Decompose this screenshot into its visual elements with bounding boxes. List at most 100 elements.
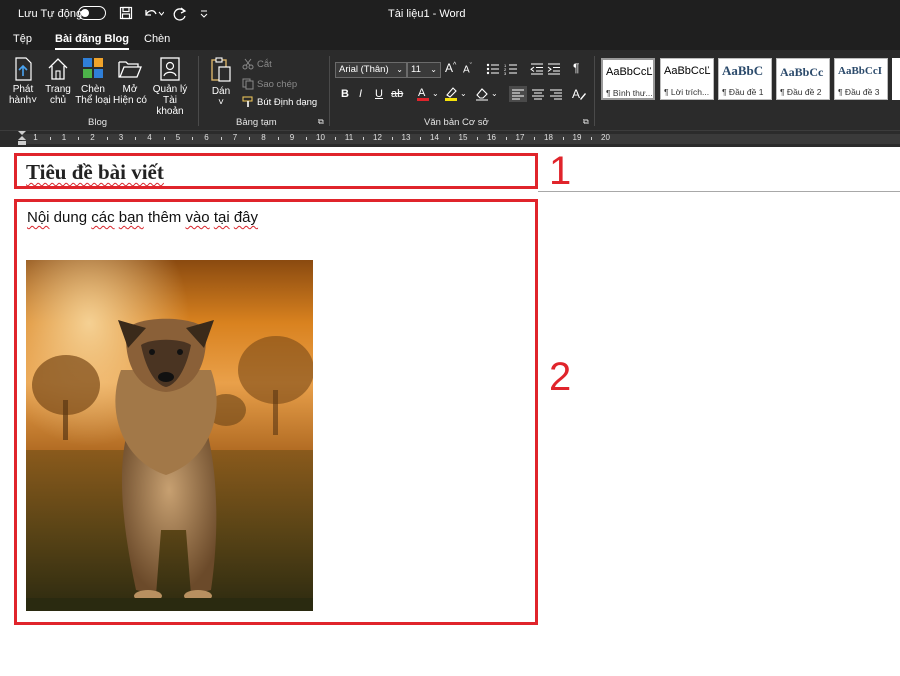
copy-icon [242, 78, 254, 90]
highlight-icon[interactable] [444, 86, 458, 102]
increase-indent-icon[interactable] [547, 63, 561, 75]
publish-button[interactable]: Phát hành˅ [6, 56, 40, 106]
annotation-number-1: 1 [549, 149, 572, 193]
ruler-tick [477, 137, 479, 140]
ruler-tick [135, 137, 137, 140]
title-highlight-box: Tiêu đề bài viết [14, 153, 538, 189]
clipboard-icon [211, 57, 231, 82]
styles-pane-icon[interactable]: A [571, 86, 587, 102]
chevron-down-icon[interactable]: ⌄ [432, 89, 439, 98]
italic-button[interactable]: I [359, 88, 362, 100]
ruler-label: 13 [401, 133, 411, 142]
ruler-label: 18 [544, 133, 553, 142]
style-card-heading-3[interactable]: AaBbCcI ¶ Đầu đề 3 [834, 58, 888, 100]
style-card-quote[interactable]: AaBbCcĽ ¶ Lời trích... [660, 58, 714, 100]
ruler-tick [277, 137, 279, 140]
content-highlight-box: Nội dung các bạn thêm vào tại đây [14, 199, 538, 625]
post-title[interactable]: Tiêu đề bài viết [26, 160, 164, 185]
ruler-label: 12 [373, 133, 382, 142]
ruler-tick [163, 137, 165, 140]
indent-marker-icon[interactable] [17, 131, 27, 147]
clipboard-launcher-icon[interactable]: ⧉ [318, 117, 324, 127]
tab-insert[interactable]: Chèn [144, 33, 170, 45]
underline-button[interactable]: U [375, 88, 383, 100]
align-left-icon [512, 89, 524, 100]
bullets-icon[interactable] [486, 63, 500, 75]
copy-button[interactable]: Sao chép [242, 78, 297, 90]
svg-text:3: 3 [504, 71, 507, 75]
spellcheck-word: các [91, 209, 115, 226]
home-page-button[interactable]: Trang chủ [42, 56, 74, 106]
basic-text-launcher-icon[interactable]: ⧉ [583, 117, 589, 127]
chevron-down-icon: ⌄ [430, 65, 437, 74]
document-canvas[interactable]: Tiêu đề bài viết 1 Nội dung các bạn thêm… [0, 147, 900, 676]
open-existing-button[interactable]: Mở Hiện có [112, 56, 148, 106]
font-color-icon[interactable]: A [416, 86, 430, 102]
title-bar: Lưu Tự động Tài liệu1 - Word [0, 0, 900, 28]
style-card-heading-2[interactable]: AaBbCc ¶ Đầu đề 2 [776, 58, 830, 100]
numbering-icon[interactable]: 1 2 3 [504, 63, 518, 75]
home-icon [48, 58, 68, 80]
format-painter-button[interactable]: Bút Định dạng [242, 96, 317, 108]
strikethrough-button[interactable]: ab [391, 88, 403, 100]
insert-category-button[interactable]: Chèn Thể loại [75, 56, 111, 106]
ruler-label: 5 [175, 133, 181, 142]
scissors-icon [242, 58, 254, 70]
ruler-tick [591, 137, 593, 140]
customize-toolbar-icon[interactable] [199, 9, 209, 19]
ruler-label: 4 [147, 133, 152, 142]
align-center-icon[interactable] [530, 86, 546, 102]
ruler-label: 20 [601, 133, 610, 142]
post-body-text[interactable]: Nội dung các bạn thêm vào tại đây [27, 209, 258, 226]
ribbon-separator [198, 56, 199, 126]
spellcheck-word: bạn [118, 209, 144, 226]
group-label-basic-text: Văn bản Cơ sở [424, 117, 489, 128]
dog-photo[interactable] [26, 260, 313, 611]
clear-formatting-icon[interactable] [474, 86, 490, 102]
document-title: Tài liệu1 - Word [388, 8, 466, 20]
spellcheck-word: tại [213, 209, 230, 226]
redo-icon[interactable] [172, 6, 188, 22]
paste-button[interactable]: Dán ˅ [206, 56, 236, 108]
cut-button[interactable]: Cắt [242, 58, 272, 70]
font-name-combo[interactable]: Arial (Thân) ⌄ [335, 62, 407, 78]
align-right-icon[interactable] [548, 86, 564, 102]
style-gallery-overflow [892, 58, 900, 100]
ruler-label: 2 [90, 133, 95, 142]
ruler-label: 9 [289, 133, 295, 142]
decrease-indent-icon[interactable] [530, 63, 544, 75]
spellcheck-word: Nội [27, 209, 50, 226]
style-card-normal[interactable]: AaBbCcĽ ¶ Bình thư... [601, 58, 655, 100]
align-left-button[interactable] [509, 86, 527, 102]
ruler-tick [448, 137, 450, 140]
pilcrow-icon[interactable]: ¶ [573, 61, 579, 75]
shrink-font-icon[interactable]: Aˇ [463, 63, 472, 75]
ruler-tick [106, 137, 108, 140]
spellcheck-word: đây [233, 209, 259, 226]
bold-button[interactable]: B [341, 88, 349, 100]
chevron-down-icon[interactable]: ⌄ [491, 89, 498, 98]
ruler-tick [334, 137, 336, 140]
account-icon [160, 57, 180, 81]
ruler-label: 15 [458, 133, 468, 142]
ruler-label: 1 [61, 133, 67, 142]
undo-icon[interactable] [142, 6, 164, 20]
ruler-label: 1 [33, 133, 38, 142]
ruler-label: 3 [118, 133, 124, 142]
horizontal-ruler[interactable]: 1 1 2 3 4 5 6 7 8 9 10 11 12 13 14 15 16 17 18 19 20 [0, 130, 900, 147]
autosave-label: Lưu Tự động [18, 8, 83, 20]
autosave-toggle[interactable] [78, 6, 106, 20]
manage-accounts-button[interactable]: Quản lý Tài khoản [149, 56, 191, 117]
ruler-tick [391, 137, 393, 140]
ribbon-tabs: Tệp Bài đăng Blog Chèn [0, 28, 900, 50]
grow-font-icon[interactable]: A^ [445, 61, 456, 75]
tab-file[interactable]: Tệp [13, 33, 32, 45]
chevron-down-icon[interactable]: ⌄ [460, 89, 467, 98]
ruler-label: 16 [487, 133, 496, 142]
style-card-heading-1[interactable]: AaBbC ¶ Đầu đề 1 [718, 58, 772, 100]
save-icon[interactable] [119, 6, 133, 20]
font-size-combo[interactable]: 11 ⌄ [407, 62, 441, 78]
ruler-tick [220, 137, 222, 140]
ruler-tick [420, 137, 422, 140]
tab-blog-post[interactable]: Bài đăng Blog [55, 33, 129, 50]
